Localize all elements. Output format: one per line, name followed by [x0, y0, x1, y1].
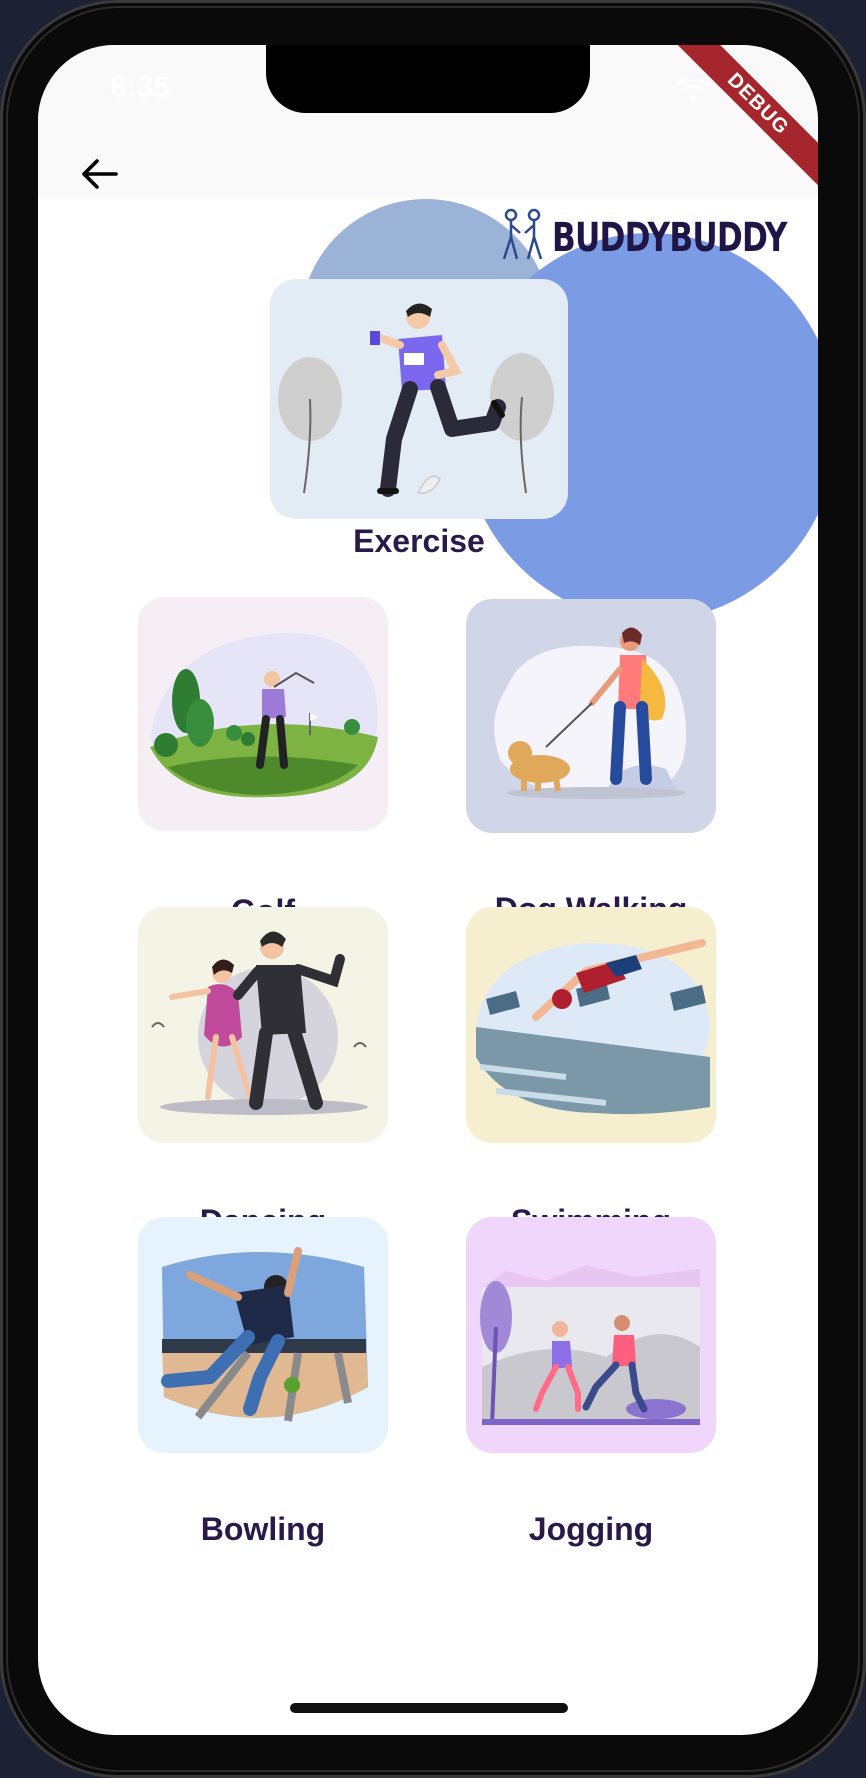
activity-label-bowling: Bowling — [200, 1511, 326, 1547]
swimming-illustration — [476, 939, 710, 1115]
arrow-left-icon — [80, 158, 118, 195]
activity-label-exercise: Exercise — [353, 523, 485, 559]
exercise-illustration — [278, 303, 554, 497]
camera-notch — [266, 45, 590, 113]
home-indicator[interactable] — [290, 1703, 568, 1713]
activity-card-exercise[interactable] — [270, 279, 568, 519]
back-button[interactable] — [70, 153, 128, 199]
brand-logo: BUDDYBUDDY — [500, 207, 818, 268]
status-time: 6:35 — [110, 71, 171, 104]
activity-card-jogging[interactable] — [466, 1217, 716, 1453]
wifi-icon — [675, 76, 711, 110]
bowling-illustration — [161, 1247, 368, 1422]
activity-card-bowling[interactable] — [138, 1217, 388, 1453]
buddies-icon — [500, 207, 546, 268]
golf-illustration — [150, 633, 378, 798]
dancing-illustration — [151, 931, 368, 1115]
brand-wordmark: BUDDYBUDDY — [552, 214, 787, 261]
activity-card-swimming[interactable] — [466, 907, 716, 1143]
jogging-illustration — [480, 1265, 700, 1426]
phone-frame: 6:35 DEBUG BUDDYBUDDY Exercise Bowling J… — [0, 0, 866, 1778]
activity-card-golf[interactable] — [138, 597, 388, 831]
activity-label-jogging: Jogging — [528, 1511, 654, 1547]
debug-banner: DEBUG — [676, 45, 818, 186]
dog-walking-illustration — [494, 627, 687, 799]
app-screen: 6:35 DEBUG BUDDYBUDDY Exercise Bowling J… — [38, 45, 818, 1735]
activity-card-dancing[interactable] — [138, 907, 388, 1143]
app-bar: 6:35 DEBUG — [38, 45, 818, 199]
activity-card-dog-walking[interactable] — [466, 599, 716, 833]
